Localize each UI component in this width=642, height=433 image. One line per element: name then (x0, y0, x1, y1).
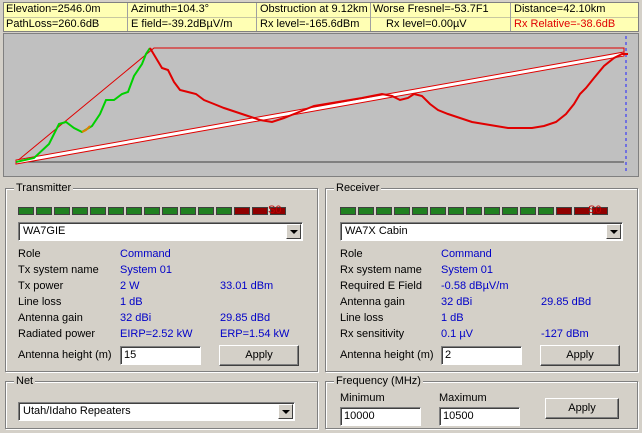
tx-row-label: Role (18, 248, 41, 260)
tx-apply-button[interactable]: Apply (219, 345, 299, 366)
frequency-min-label: Minimum (340, 392, 385, 404)
tx-antenna-height-input[interactable]: 15 (120, 346, 201, 365)
pathloss-readout: PathLoss=260.6dB (6, 18, 100, 30)
tx-row-label: Antenna gain (18, 312, 83, 324)
net-panel: Net Utah/Idaho Repeaters (5, 375, 318, 429)
frequency-panel: Frequency (MHz) Minimum Maximum 10000 10… (325, 375, 638, 429)
rx-level-dbm-readout: Rx level=-165.6dBm (260, 18, 360, 30)
tx-row-value: EIRP=2.52 kW (120, 328, 193, 340)
transmitter-panel: Transmitter S0 WA7GIE Antenna height (m)… (5, 182, 318, 372)
info-bar: Elevation=2546.0m Azimuth=104.3° Obstruc… (3, 2, 639, 32)
net-select[interactable]: Utah/Idaho Repeaters (18, 402, 295, 421)
terrain-profile-graph (15, 36, 628, 174)
azimuth-readout: Azimuth=104.3° (131, 3, 210, 15)
tx-antenna-height-label: Antenna height (m) (18, 349, 112, 361)
obstruction-readout: Obstruction at 9.12km (260, 3, 368, 15)
tx-station-select[interactable]: WA7GIE (18, 222, 303, 241)
terrain-profile[interactable] (3, 33, 639, 177)
tx-row-value-secondary: 29.85 dBd (220, 312, 271, 324)
rx-row-value: 32 dBi (441, 296, 473, 308)
tx-row-label: Radiated power (18, 328, 96, 340)
tx-row-label: Tx power (18, 280, 64, 292)
rx-row-label: Role (340, 248, 363, 260)
rx-relative-readout: Rx Relative=-38.6dB (514, 18, 616, 30)
receiver-title: Receiver (334, 182, 382, 194)
tx-signal-meter (18, 207, 286, 215)
net-value: Utah/Idaho Repeaters (23, 405, 131, 417)
distance-readout: Distance=42.10km (514, 3, 606, 15)
frequency-apply-button[interactable]: Apply (545, 398, 619, 419)
tx-station-value: WA7GIE (23, 225, 66, 237)
frequency-max-label: Maximum (439, 392, 487, 404)
rx-row-value: 0.1 µV (441, 328, 474, 340)
rx-row-value: 1 dB (441, 312, 464, 324)
chevron-down-icon[interactable] (286, 224, 301, 239)
rx-level-uv-readout: Rx level=0.00µV (386, 18, 467, 30)
receiver-panel: Receiver S0 WA7X Cabin Antenna height (m… (325, 182, 638, 372)
frequency-min-input[interactable]: 10000 (340, 407, 421, 426)
rx-row-value: Command (441, 248, 492, 260)
elevation-readout: Elevation=2546.0m (6, 3, 101, 15)
tx-row-value-secondary: ERP=1.54 kW (220, 328, 290, 340)
tx-row-value-secondary: 33.01 dBm (220, 280, 274, 292)
net-title: Net (14, 375, 36, 387)
tx-row-label: Line loss (18, 296, 62, 308)
transmitter-title: Transmitter (14, 182, 74, 194)
tx-row-value: 2 W (120, 280, 140, 292)
rx-apply-button[interactable]: Apply (540, 345, 620, 366)
rx-row-label: Required E Field (340, 280, 422, 292)
rx-signal-meter (340, 207, 608, 215)
rx-row-value-secondary: 29.85 dBd (541, 296, 592, 308)
efield-readout: E field=-39.2dBµV/m (131, 18, 233, 30)
rx-row-label: Antenna gain (340, 296, 405, 308)
rx-row-value: -0.58 dBµV/m (441, 280, 509, 292)
rx-antenna-height-label: Antenna height (m) (340, 349, 434, 361)
rx-meter-label: S0 (588, 204, 602, 216)
worse-fresnel-readout: Worse Fresnel=-53.7F1 (373, 3, 489, 15)
frequency-max-input[interactable]: 10500 (439, 407, 520, 426)
tx-row-value: 32 dBi (120, 312, 152, 324)
chevron-down-icon[interactable] (278, 404, 293, 419)
rx-antenna-height-input[interactable]: 2 (441, 346, 522, 365)
tx-meter-label: S0 (268, 204, 282, 216)
tx-row-value: System 01 (120, 264, 172, 276)
line-of-sight (15, 51, 625, 165)
rx-row-label: Line loss (340, 312, 384, 324)
tx-row-value: 1 dB (120, 296, 143, 308)
rx-row-value: System 01 (441, 264, 493, 276)
rx-station-select[interactable]: WA7X Cabin (340, 222, 623, 241)
terrain-obstructed (149, 47, 628, 129)
tx-row-label: Tx system name (18, 264, 99, 276)
rx-row-value-secondary: -127 dBm (541, 328, 589, 340)
chevron-down-icon[interactable] (606, 224, 621, 239)
rx-row-label: Rx sensitivity (340, 328, 405, 340)
rx-row-label: Rx system name (340, 264, 422, 276)
tx-row-value: Command (120, 248, 171, 260)
rx-station-value: WA7X Cabin (345, 225, 408, 237)
frequency-title: Frequency (MHz) (334, 375, 423, 387)
